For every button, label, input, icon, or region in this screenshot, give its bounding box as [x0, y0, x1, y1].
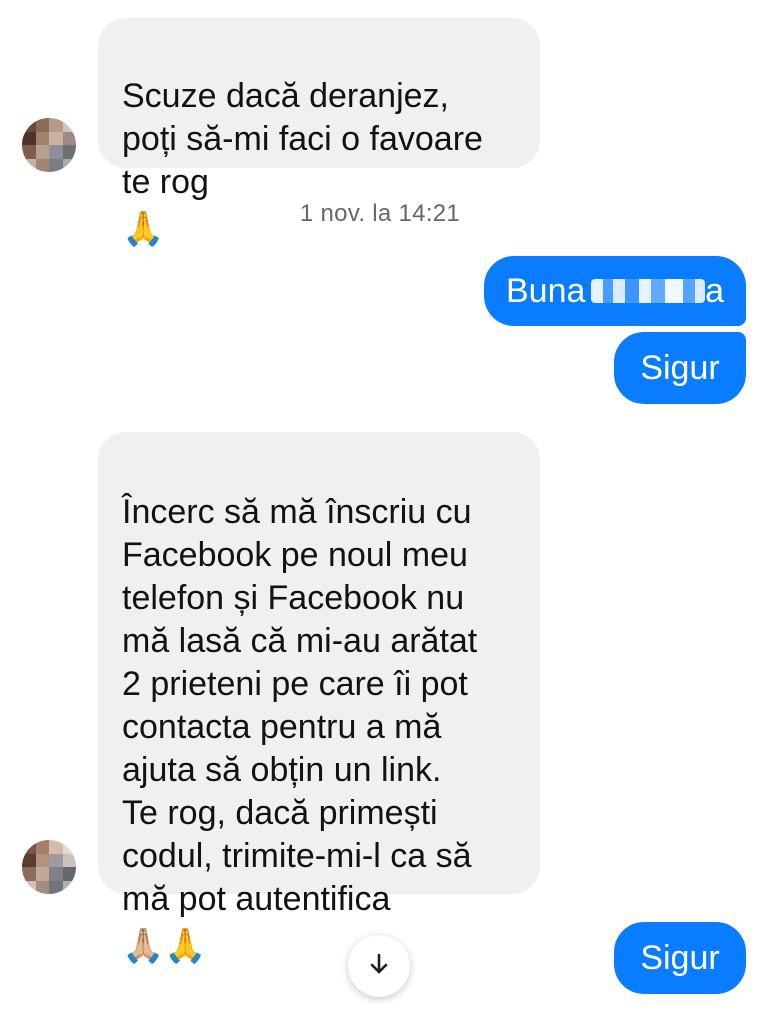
message-text: Încerc să mă înscriu cu Facebook pe noul… [122, 493, 478, 918]
message-text: Sigur [640, 939, 720, 977]
message-text: Buna [506, 272, 586, 310]
incoming-message-bubble[interactable]: Scuze dacă deranjez, poți să-mi faci o f… [98, 18, 540, 248]
sender-avatar[interactable] [22, 118, 76, 172]
outgoing-message-bubble[interactable]: Buna a [484, 256, 746, 326]
arrow-down-icon [366, 951, 392, 982]
message-text: Scuze dacă deranjez, poți să-mi faci o f… [122, 77, 483, 201]
outgoing-message-bubble[interactable]: Sigur [614, 332, 746, 404]
redacted-name [591, 279, 706, 303]
scroll-to-bottom-button[interactable] [348, 935, 410, 997]
outgoing-message-bubble[interactable]: Sigur [614, 922, 746, 994]
praying-hands-emoji: 🙏🏼🙏 [122, 927, 207, 965]
sender-avatar[interactable] [22, 840, 76, 894]
message-text-suffix: a [705, 272, 724, 310]
message-text: Sigur [640, 349, 720, 387]
incoming-message-bubble[interactable]: Încerc să mă înscriu cu Facebook pe noul… [98, 432, 540, 965]
message-timestamp: 1 nov. la 14:21 [299, 200, 461, 227]
